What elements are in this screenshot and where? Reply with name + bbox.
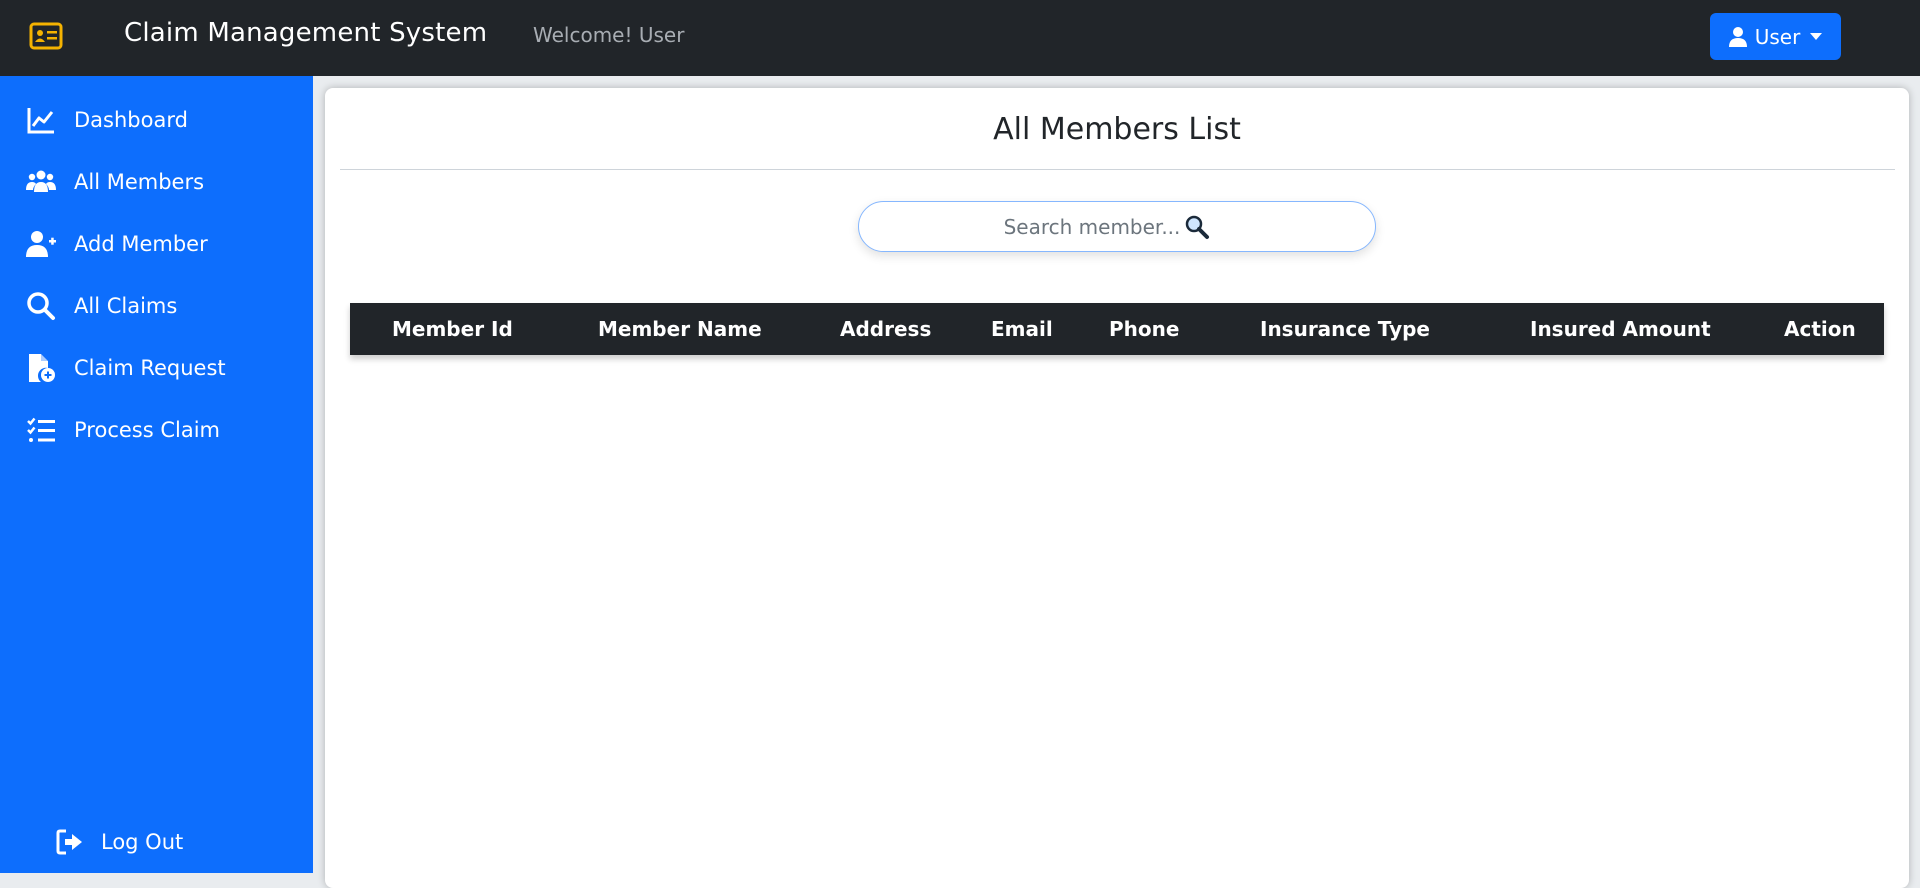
title-divider	[340, 169, 1895, 170]
search-icon	[27, 292, 55, 320]
members-table-header: Member Id Member Name Address Email Phon…	[350, 303, 1884, 355]
column-header-insurance-type[interactable]: Insurance Type	[1260, 317, 1430, 341]
list-check-icon	[27, 417, 55, 442]
user-icon	[1728, 26, 1747, 47]
user-menu-button[interactable]: User	[1710, 13, 1841, 60]
sidebar-item-claim-request[interactable]: Claim Request	[0, 342, 313, 394]
column-header-member-id[interactable]: Member Id	[392, 317, 513, 341]
sidebar-item-all-members[interactable]: All Members	[0, 156, 313, 208]
members-card: All Members List Member Id Member Name A…	[325, 88, 1909, 888]
user-plus-icon	[26, 231, 56, 257]
logout-label: Log Out	[101, 830, 184, 854]
sidebar-item-all-claims[interactable]: All Claims	[0, 280, 313, 332]
logout-button[interactable]: Log Out	[0, 816, 313, 868]
top-navbar: Claim Management System Welcome! User Us…	[0, 0, 1920, 76]
search-input[interactable]	[859, 202, 1375, 251]
sidebar-item-label: Claim Request	[74, 356, 226, 380]
search-box	[858, 201, 1376, 252]
sidebar-item-label: All Claims	[74, 294, 178, 318]
user-menu-label: User	[1754, 24, 1801, 49]
column-header-member-name[interactable]: Member Name	[598, 317, 762, 341]
column-header-address[interactable]: Address	[840, 317, 931, 341]
column-header-insured-amount[interactable]: Insured Amount	[1530, 317, 1711, 341]
column-header-action[interactable]: Action	[1784, 317, 1856, 341]
sidebar-item-label: Dashboard	[74, 108, 188, 132]
sidebar-item-process-claim[interactable]: Process Claim	[0, 404, 313, 456]
column-header-phone[interactable]: Phone	[1109, 317, 1179, 341]
chart-line-icon	[27, 108, 54, 134]
users-icon	[26, 170, 56, 192]
file-add-icon	[29, 354, 55, 382]
logout-icon	[56, 829, 82, 855]
magnifier-icon[interactable]	[1184, 214, 1210, 240]
sidebar-item-add-member[interactable]: Add Member	[0, 218, 313, 270]
page-title: All Members List	[993, 112, 1241, 147]
sidebar: Dashboard All Members Add Member All Cla…	[0, 76, 313, 873]
welcome-text: Welcome! User	[533, 23, 685, 47]
sidebar-item-label: Process Claim	[74, 418, 220, 442]
column-header-email[interactable]: Email	[991, 317, 1053, 341]
id-card-icon[interactable]	[28, 18, 64, 54]
sidebar-item-dashboard[interactable]: Dashboard	[0, 94, 313, 146]
sidebar-item-label: All Members	[74, 170, 205, 194]
app-title[interactable]: Claim Management System	[124, 18, 487, 48]
caret-down-icon	[1810, 33, 1823, 40]
sidebar-item-label: Add Member	[74, 232, 208, 256]
